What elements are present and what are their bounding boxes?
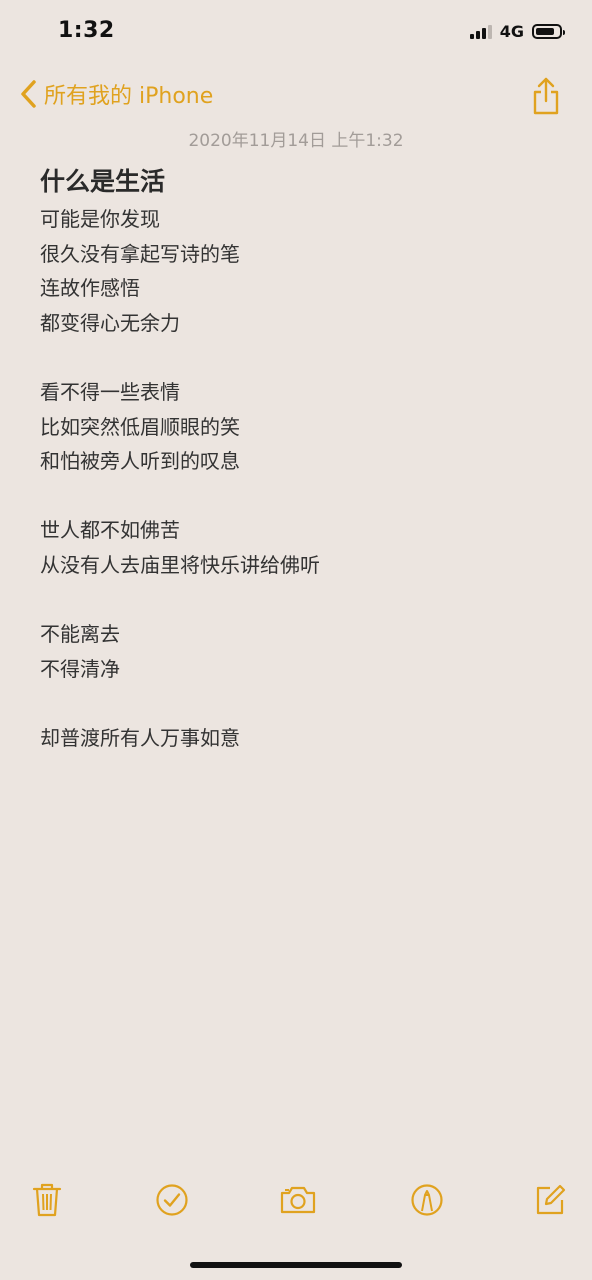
note-line: 不能离去 (40, 622, 120, 647)
note-title: 什么是生活 (40, 167, 166, 196)
home-indicator (190, 1262, 402, 1268)
note-line: 从没有人去庙里将快乐讲给佛听 (40, 552, 320, 577)
checklist-button[interactable] (152, 1176, 192, 1224)
note-blank-line (40, 479, 562, 514)
navigation-bar: 所有我的 iPhone (0, 72, 592, 120)
note-line: 比如突然低眉顺眼的笑 (40, 414, 240, 439)
back-label: 所有我的 iPhone (44, 84, 214, 109)
note-line: 和怕被旁人听到的叹息 (40, 449, 240, 474)
note-line: 可能是你发现 (40, 207, 160, 231)
note-line: 都变得心无余力 (40, 310, 180, 335)
note-line: 世人都不如佛苦 (40, 518, 180, 543)
note-line: 很久没有拿起写诗的笔 (40, 241, 240, 266)
markup-button[interactable] (407, 1176, 447, 1224)
delete-button[interactable] (27, 1176, 67, 1224)
note-line: 不得清净 (40, 656, 120, 681)
back-button[interactable]: 所有我的 iPhone (18, 78, 213, 110)
note-body[interactable]: 什么是生活 可能是你发现很久没有拿起写诗的笔 连故作感悟都变得心无余力 看不得一些表… (40, 162, 562, 756)
note-line: 看不得一些表情 (40, 379, 180, 404)
note-blank-line (40, 583, 562, 618)
cellular-signal-icon (469, 24, 492, 39)
chevron-left-icon (21, 80, 36, 108)
bottom-toolbar (0, 1176, 592, 1224)
markup-icon (411, 1184, 443, 1216)
compose-button[interactable] (530, 1176, 570, 1224)
camera-button[interactable] (278, 1176, 318, 1224)
note-line: 连故作感悟 (40, 276, 140, 301)
share-icon[interactable] (530, 76, 562, 116)
note-line: 却普渡所有人万事如意 (40, 725, 240, 750)
status-bar: 1:32 4G (0, 0, 592, 64)
trash-icon (32, 1183, 62, 1217)
status-indicators: 4G (469, 22, 565, 41)
checklist-icon (156, 1184, 188, 1216)
compose-icon (536, 1184, 566, 1215)
note-lines: 可能是你发现很久没有拿起写诗的笔 连故作感悟都变得心无余力 看不得一些表情比如突然低… (40, 202, 562, 756)
battery-icon (532, 24, 565, 39)
note-blank-line (40, 686, 562, 721)
note-blank-line (40, 340, 562, 375)
camera-icon (280, 1186, 316, 1214)
network-type: 4G (499, 22, 524, 41)
status-time: 1:32 (58, 18, 115, 43)
note-date: 2020年11月14日 上午1:32 (188, 131, 404, 151)
